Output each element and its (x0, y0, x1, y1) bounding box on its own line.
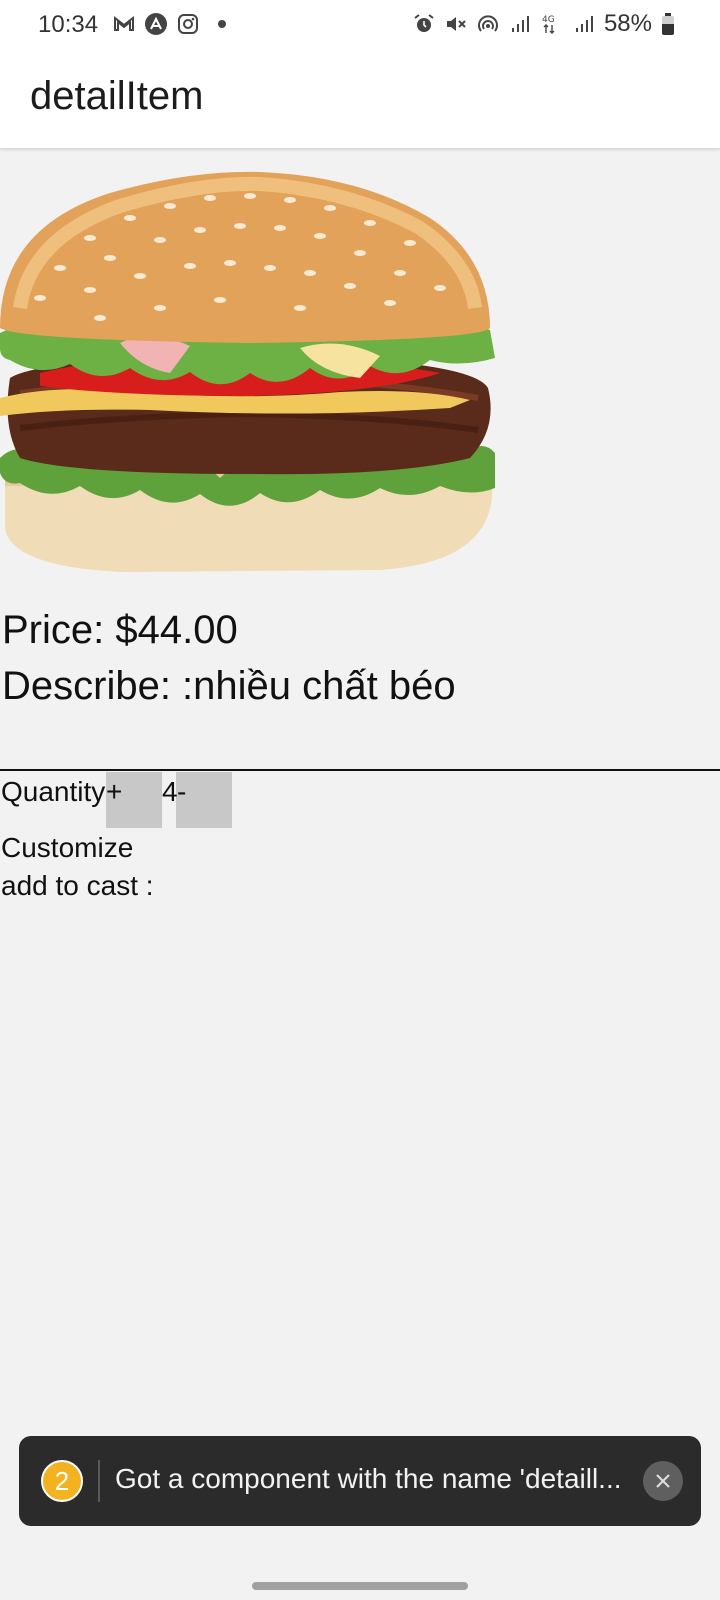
signal-icon-2 (572, 12, 596, 36)
status-time: 10:34 (38, 11, 99, 38)
page-title: detailItem (30, 74, 204, 118)
mute-icon (444, 12, 468, 36)
toast-separator (98, 1460, 100, 1502)
toast-count-badge: 2 (41, 1460, 83, 1502)
quantity-plus-label[interactable]: + (106, 776, 122, 808)
customize-label: Customize (1, 832, 134, 863)
quantity-minus-label[interactable]: - (177, 776, 186, 808)
add-to-cart-label: add to cast : (1, 870, 154, 901)
alarm-icon (412, 12, 436, 36)
app-bar: detailItem (0, 52, 720, 148)
instagram-icon (176, 12, 200, 36)
price-text: Price: $44.00 (2, 608, 238, 652)
status-left-icons (112, 12, 226, 36)
toast-message: Got a component with the name 'detaill..… (115, 1463, 622, 1494)
svg-text:4G: 4G (542, 15, 555, 25)
burger-image (0, 171, 495, 572)
status-right-icons: 4G 58% (412, 10, 674, 38)
error-toast[interactable]: 2 Got a component with the name 'detaill… (19, 1436, 701, 1526)
close-icon (656, 1474, 670, 1488)
divider (0, 769, 720, 771)
home-indicator[interactable] (252, 1582, 468, 1590)
quantity-label: Quantity (1, 776, 106, 807)
status-bar: 10:34 4G 58% (0, 0, 720, 52)
battery-percent: 58% (603, 10, 652, 37)
describe-text: Describe: :nhiều chất béo (2, 664, 456, 708)
signal-icon (508, 12, 532, 36)
quantity-value: 4 (162, 776, 178, 807)
app-a-icon (144, 12, 168, 36)
gmail-icon (112, 12, 136, 36)
hotspot-icon (476, 12, 500, 36)
toast-close-button[interactable] (643, 1461, 683, 1501)
quantity-row: Quantity + 4 - (0, 772, 720, 828)
notification-dot-icon (218, 20, 226, 28)
4g-signal-icon: 4G (540, 12, 564, 36)
battery-icon (662, 13, 674, 35)
